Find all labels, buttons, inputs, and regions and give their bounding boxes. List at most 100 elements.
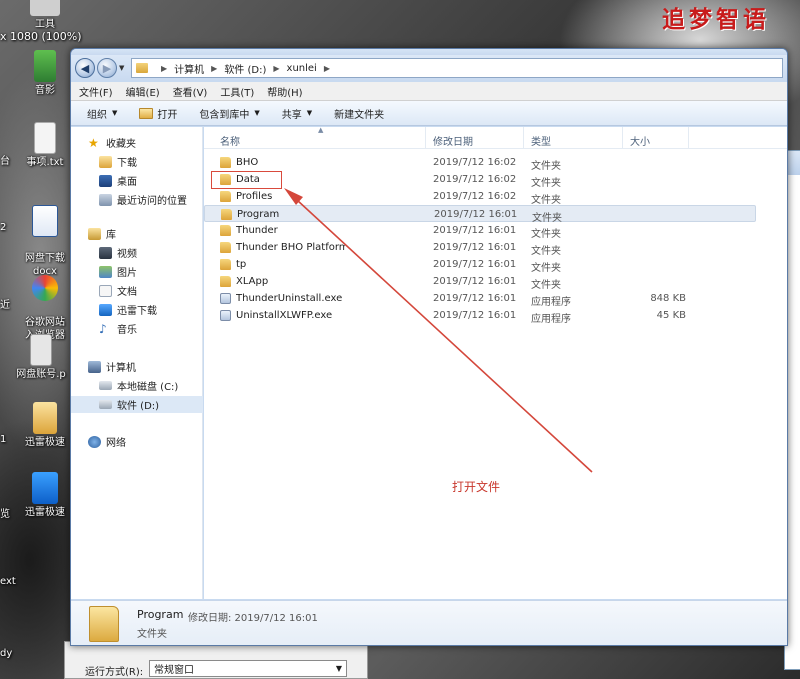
column-date[interactable]: 修改日期 xyxy=(433,133,473,148)
details-item-type: 文件夹 xyxy=(137,629,167,640)
drive-icon xyxy=(99,400,112,409)
nav-label: 收藏夹 xyxy=(106,139,136,150)
folder-icon xyxy=(221,209,232,220)
file-row[interactable]: XLApp 2019/7/12 16:01 文件夹 xyxy=(204,273,688,291)
column-divider[interactable] xyxy=(622,127,623,149)
file-date: 2019/7/12 16:01 xyxy=(433,225,517,236)
picture-icon xyxy=(99,265,112,278)
file-size: 848 KB xyxy=(650,293,686,304)
annotation-label: 打开文件 xyxy=(452,480,501,494)
file-row[interactable]: Thunder BHO Platform 2019/7/12 16:01 文件夹 xyxy=(204,239,688,257)
share-button[interactable]: 共享 ▼ xyxy=(282,106,312,121)
nav-drive-d[interactable]: 软件 (D:) xyxy=(71,396,203,413)
file-row[interactable]: UninstallXLWFP.exe 2019/7/12 16:01 应用程序 … xyxy=(204,307,688,325)
file-row[interactable]: tp 2019/7/12 16:01 文件夹 xyxy=(204,256,688,274)
new-folder-label: 新建文件夹 xyxy=(334,109,385,121)
breadcrumb-xunlei[interactable]: xunlei xyxy=(287,63,317,74)
back-button[interactable]: ◀ xyxy=(75,58,95,78)
column-name[interactable]: 名称 xyxy=(220,133,240,148)
menu-help[interactable]: 帮助(H) xyxy=(267,84,302,99)
new-folder-button[interactable]: 新建文件夹 xyxy=(334,106,384,121)
column-divider[interactable] xyxy=(523,127,524,149)
desktop-icon-label: 网盘账号.p xyxy=(16,369,66,380)
nav-label: 计算机 xyxy=(106,363,136,374)
media-icon xyxy=(34,50,56,82)
xunlei-icon xyxy=(99,303,112,316)
folder-icon xyxy=(220,242,231,253)
nav-documents[interactable]: 文档 xyxy=(71,282,203,299)
nav-label: 本地磁盘 (C:) xyxy=(117,382,179,393)
file-name: XLApp xyxy=(236,276,269,287)
include-in-library-button[interactable]: 包含到库中 ▼ xyxy=(199,106,259,121)
file-list-pane: ▲ 名称 修改日期 类型 大小 BHO 2019/7/12 16:02 文件夹 … xyxy=(204,126,787,599)
file-row-selected[interactable]: Program 2019/7/12 16:01 文件夹 xyxy=(204,205,756,224)
file-date: 2019/7/12 16:01 xyxy=(433,276,517,287)
menu-tools[interactable]: 工具(T) xyxy=(220,84,254,99)
folder-icon xyxy=(89,606,119,642)
nav-music[interactable]: ♪ 音乐 xyxy=(71,320,203,337)
file-type: 文件夹 xyxy=(531,161,561,172)
desktop-icon-account-file[interactable]: 网盘账号.p xyxy=(6,334,76,381)
forward-button[interactable]: ▶ xyxy=(97,58,117,78)
file-row[interactable]: Thunder 2019/7/12 16:01 文件夹 xyxy=(204,222,688,240)
nav-videos[interactable]: 视频 xyxy=(71,244,203,261)
run-mode-value: 常规窗口 xyxy=(154,665,194,676)
file-row[interactable]: Profiles 2019/7/12 16:02 文件夹 xyxy=(204,188,688,206)
watermark-brand: 追梦智语 xyxy=(662,6,770,33)
file-row[interactable]: ThunderUninstall.exe 2019/7/12 16:01 应用程… xyxy=(204,290,688,308)
navigation-pane: ★ 收藏夹 下载 桌面 最近访问的位置 库 视频 图片 文档 迅雷下载 ♪ 音乐… xyxy=(71,127,203,599)
chevron-right-icon[interactable]: ▶ xyxy=(273,64,279,73)
run-mode-select[interactable]: 常规窗口 ▼ xyxy=(149,660,347,677)
document-icon xyxy=(99,284,112,297)
desktop-edge-label: ext xyxy=(0,576,16,587)
nav-libraries[interactable]: 库 xyxy=(71,225,203,242)
navigation-bar: ◀ ▶ ▼ ▶ 计算机 ▶ 软件 (D:) ▶ xunlei ▶ xyxy=(71,55,787,81)
nav-desktop[interactable]: 桌面 xyxy=(71,172,203,189)
breadcrumb-drive-d[interactable]: 软件 (D:) xyxy=(224,61,266,76)
chevron-right-icon[interactable]: ▶ xyxy=(161,64,167,73)
nav-computer[interactable]: 计算机 xyxy=(71,358,203,375)
file-date: 2019/7/12 16:01 xyxy=(434,209,518,220)
nav-recent-places[interactable]: 最近访问的位置 xyxy=(71,191,203,208)
menu-view[interactable]: 查看(V) xyxy=(173,84,208,99)
nav-favorites[interactable]: ★ 收藏夹 xyxy=(71,134,203,151)
column-type[interactable]: 类型 xyxy=(531,133,551,148)
file-size: 45 KB xyxy=(656,310,686,321)
recent-pages-dropdown[interactable]: ▼ xyxy=(119,64,124,72)
chevron-right-icon[interactable]: ▶ xyxy=(324,64,330,73)
file-type: 文件夹 xyxy=(531,246,561,257)
open-button[interactable]: 打开 xyxy=(139,106,177,121)
xunlei-icon xyxy=(32,472,58,504)
column-divider[interactable] xyxy=(688,127,689,149)
file-type: 文件夹 xyxy=(531,229,561,240)
column-divider[interactable] xyxy=(425,127,426,149)
explorer-window[interactable]: ◀ ▶ ▼ ▶ 计算机 ▶ 软件 (D:) ▶ xunlei ▶ 文件(F) 编… xyxy=(70,48,788,646)
nav-drive-c[interactable]: 本地磁盘 (C:) xyxy=(71,377,203,394)
menu-file[interactable]: 文件(F) xyxy=(79,84,113,99)
file-name: UninstallXLWFP.exe xyxy=(236,310,333,321)
menu-edit[interactable]: 编辑(E) xyxy=(126,84,160,99)
address-bar[interactable]: ▶ 计算机 ▶ 软件 (D:) ▶ xunlei ▶ xyxy=(131,58,783,78)
shortcut-properties-dialog[interactable]: 运行方式(R): 常规窗口 ▼ xyxy=(64,641,368,679)
organize-button[interactable]: 组织 ▼ xyxy=(87,106,117,121)
file-name: tp xyxy=(236,259,247,270)
file-type: 应用程序 xyxy=(531,297,571,308)
folder-icon xyxy=(136,63,148,73)
nav-label: 软件 (D:) xyxy=(117,401,160,412)
file-row[interactable]: BHO 2019/7/12 16:02 文件夹 xyxy=(204,154,688,172)
details-pane: Program 修改日期: 2019/7/12 16:01 文件夹 xyxy=(71,600,787,645)
breadcrumb-computer[interactable]: 计算机 xyxy=(174,61,204,76)
nav-xunlei-downloads[interactable]: 迅雷下载 xyxy=(71,301,203,318)
nav-network[interactable]: 网络 xyxy=(71,433,203,450)
browser-icon xyxy=(32,275,58,301)
nav-label: 网络 xyxy=(106,438,126,449)
annotation-highlight-box xyxy=(211,171,282,189)
nav-pictures[interactable]: 图片 xyxy=(71,263,203,280)
nav-downloads[interactable]: 下载 xyxy=(71,153,203,170)
file-name: Profiles xyxy=(236,191,273,202)
chevron-right-icon[interactable]: ▶ xyxy=(211,64,217,73)
downloads-icon xyxy=(99,155,112,168)
star-icon: ★ xyxy=(88,135,99,150)
column-size[interactable]: 大小 xyxy=(630,133,650,148)
desktop-icon-tools[interactable]: 工具 xyxy=(10,0,80,31)
